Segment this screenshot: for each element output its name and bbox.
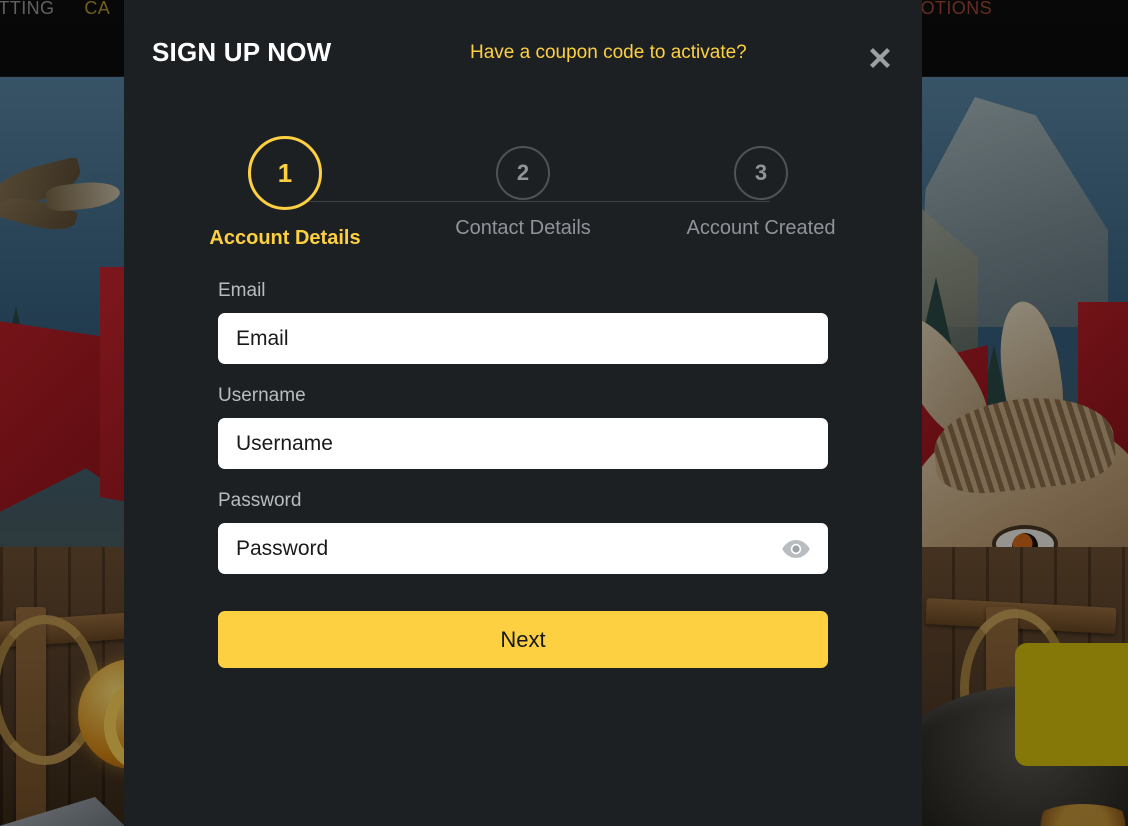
stepper-step-contact-details[interactable]: 2 Contact Details — [428, 146, 618, 250]
password-field-group: Password — [218, 490, 828, 574]
next-button[interactable]: Next — [218, 611, 828, 668]
modal-header: SIGN UP NOW Have a coupon code to activa… — [124, 0, 922, 78]
stepper-step-number: 3 — [734, 146, 788, 200]
password-input[interactable] — [218, 523, 828, 574]
email-input[interactable] — [218, 313, 828, 364]
page-root: ETTING CA OTIONS — [0, 0, 1128, 826]
close-icon — [870, 48, 890, 68]
eye-icon — [782, 539, 810, 558]
email-label: Email — [218, 280, 266, 301]
stepper-step-number: 2 — [496, 146, 550, 200]
signup-modal: SIGN UP NOW Have a coupon code to activa… — [124, 0, 922, 826]
stepper-step-account-details[interactable]: 1 Account Details — [190, 136, 380, 250]
stepper-step-label: Account Details — [209, 227, 361, 249]
email-field-group: Email — [218, 280, 828, 364]
modal-title: SIGN UP NOW — [152, 37, 332, 67]
username-field-group: Username — [218, 385, 828, 469]
stepper-step-label: Contact Details — [455, 217, 591, 239]
coupon-code-link[interactable]: Have a coupon code to activate? — [470, 42, 747, 64]
stepper-step-account-created[interactable]: 3 Account Created — [666, 146, 856, 250]
password-label: Password — [218, 490, 302, 511]
close-button[interactable] — [864, 42, 896, 74]
stepper-step-label: Account Created — [686, 217, 836, 239]
toggle-password-visibility-button[interactable] — [781, 539, 811, 559]
username-input[interactable] — [218, 418, 828, 469]
signup-form: Email Username Password — [218, 280, 828, 668]
signup-stepper: 1 Account Details 2 Contact Details 3 Ac… — [124, 136, 922, 266]
stepper-step-number: 1 — [248, 136, 322, 210]
username-label: Username — [218, 385, 306, 406]
